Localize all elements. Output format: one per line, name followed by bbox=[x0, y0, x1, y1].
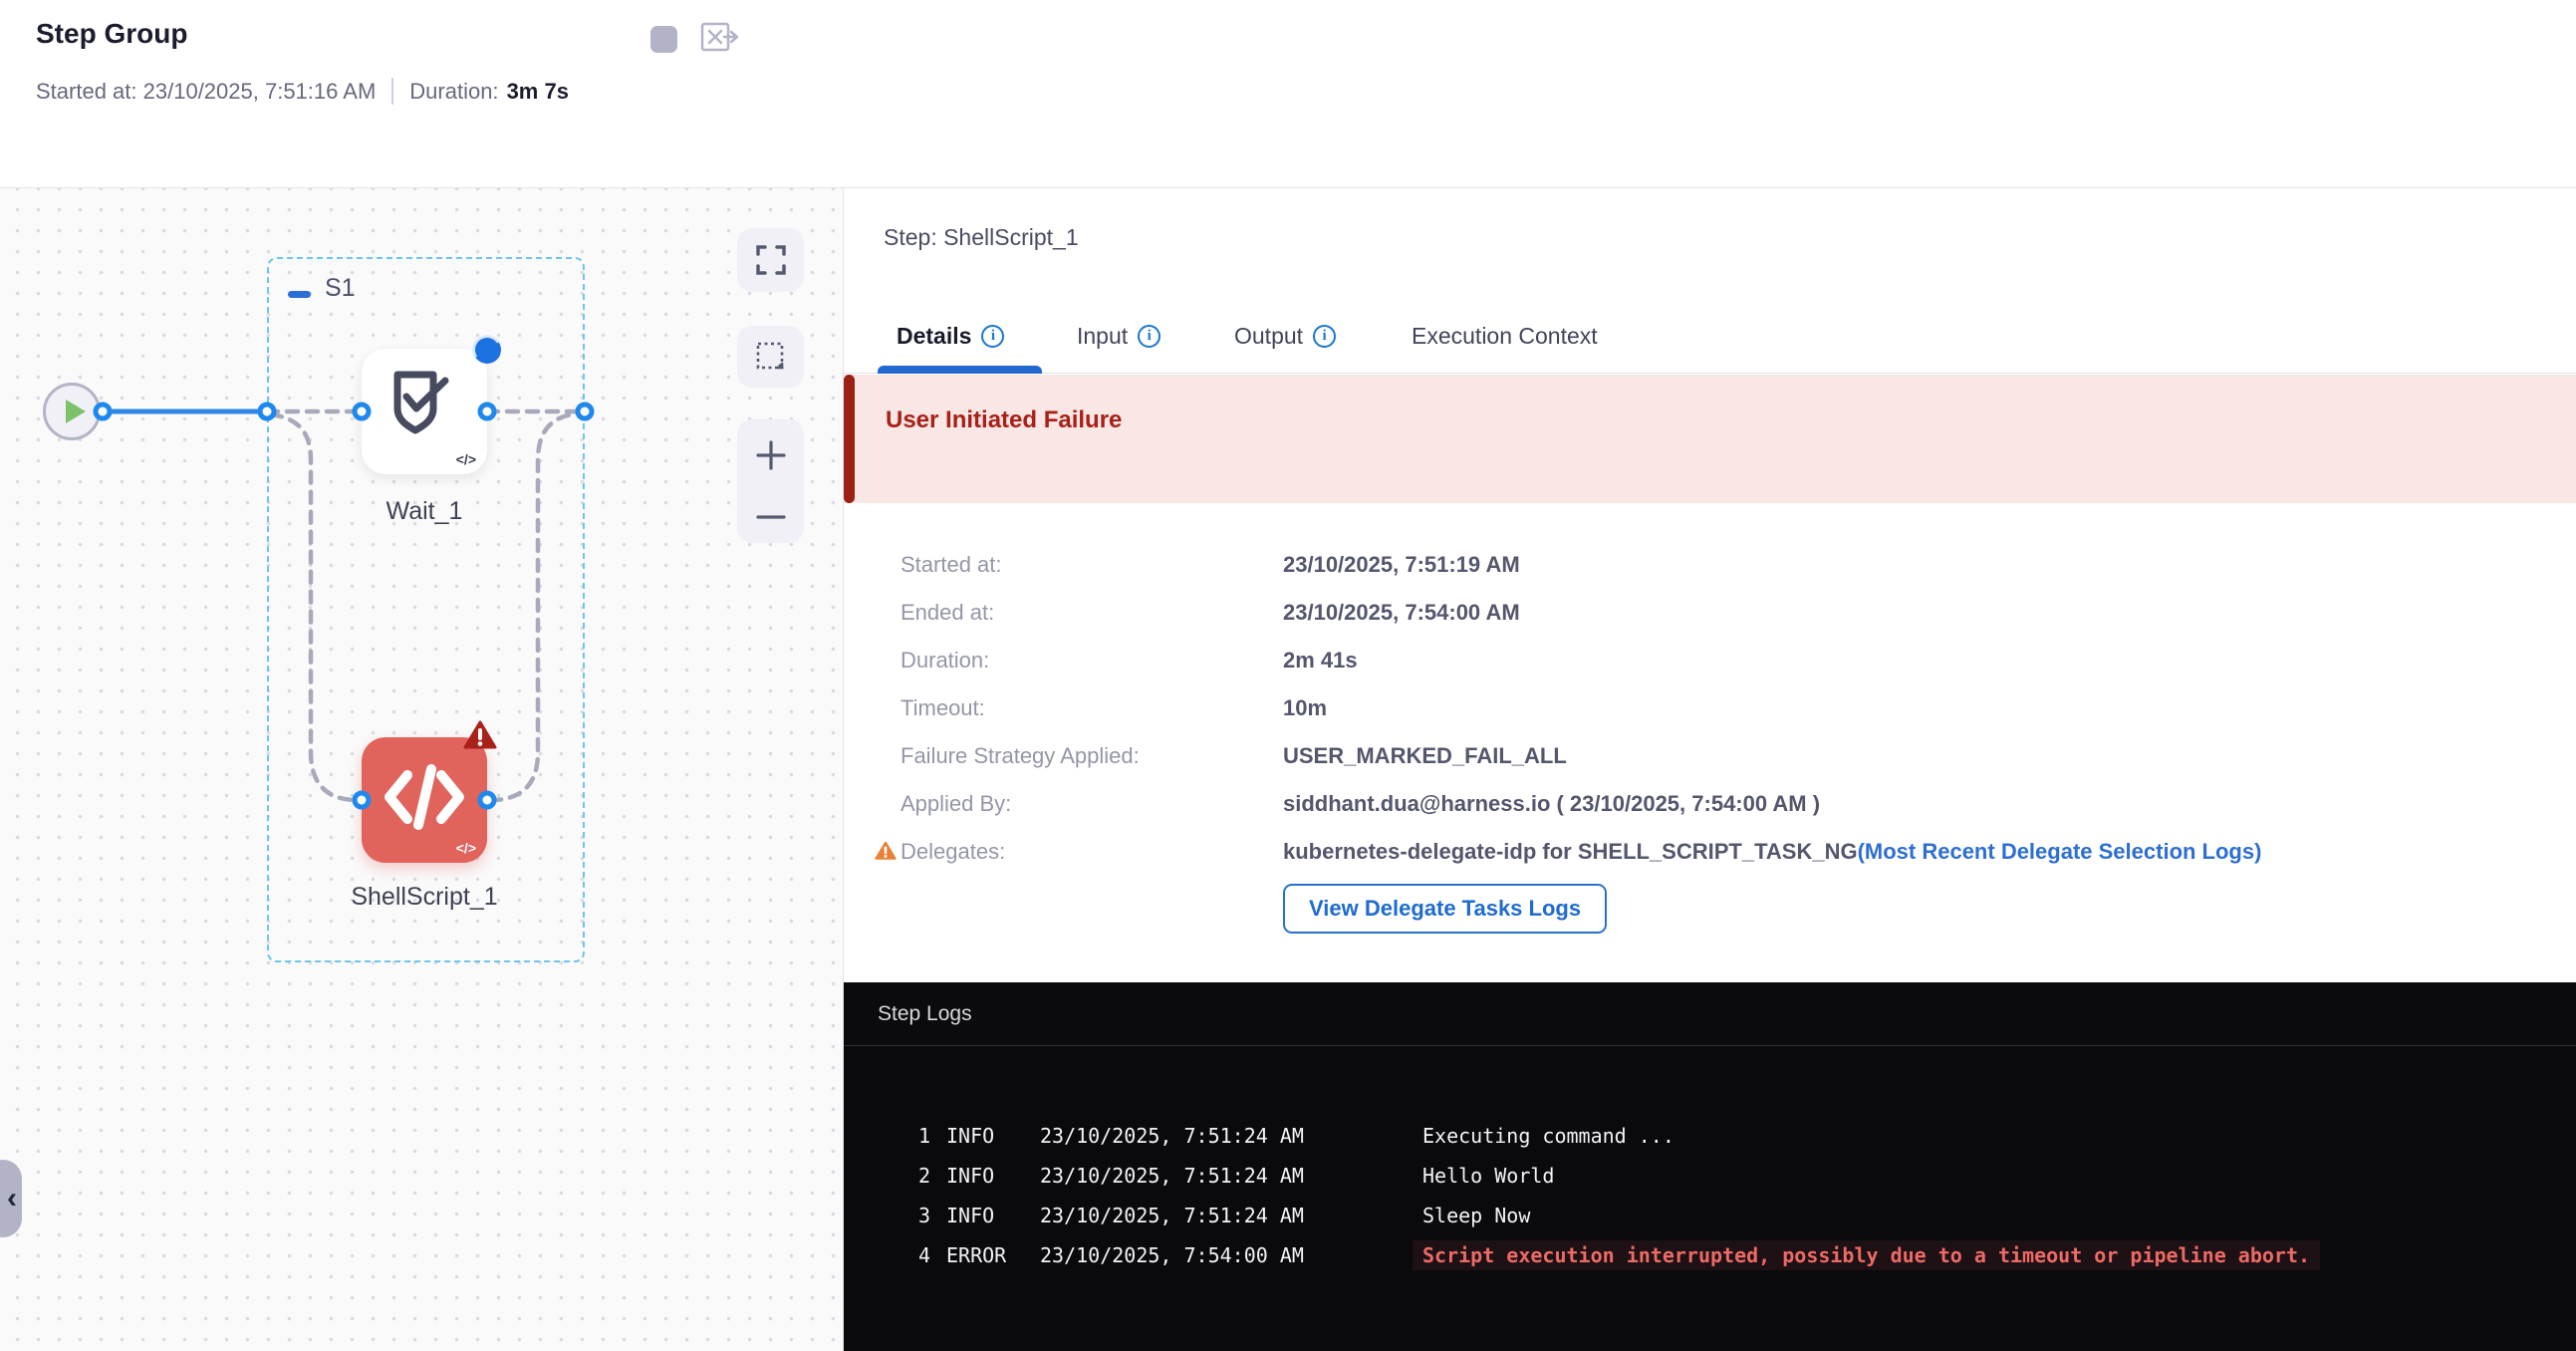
log-line: 1 INFO 23/10/2025, 7:51:24 AM Executing … bbox=[908, 1116, 2576, 1156]
detail-row: Failure Strategy Applied: USER_MARKED_FA… bbox=[901, 732, 2261, 780]
left-panel-toggle[interactable]: ‹ bbox=[0, 1160, 22, 1237]
header: Step Group Started at: 23/10/2025, 7:51:… bbox=[0, 0, 2576, 187]
page-title: Step Group bbox=[36, 18, 187, 50]
info-icon[interactable]: i bbox=[981, 325, 1004, 348]
fit-to-screen-button[interactable] bbox=[737, 228, 804, 292]
step-detail-rows: Started at: 23/10/2025, 7:51:19 AM Ended… bbox=[901, 541, 2261, 934]
node-wait-1-label: Wait_1 bbox=[275, 497, 574, 526]
marquee-select-button[interactable] bbox=[737, 326, 804, 388]
view-delegate-tasks-logs-button[interactable]: View Delegate Tasks Logs bbox=[1283, 884, 1607, 934]
pipeline-canvas[interactable]: S1 </> Wait_1 </> bbox=[0, 187, 844, 1351]
connector-dot[interactable] bbox=[353, 791, 372, 810]
step-logs-section: Step Logs 1 INFO 23/10/2025, 7:51:24 AM … bbox=[844, 982, 2576, 1351]
banner-accent-bar bbox=[844, 375, 855, 503]
collapse-group-icon[interactable] bbox=[288, 291, 311, 298]
detail-row: Ended at: 23/10/2025, 7:54:00 AM bbox=[901, 589, 2261, 637]
detail-row: Started at: 23/10/2025, 7:51:19 AM bbox=[901, 541, 2261, 589]
shield-check-icon bbox=[389, 369, 455, 442]
started-at-value: 23/10/2025, 7:51:16 AM bbox=[143, 79, 377, 105]
zoom-controls bbox=[737, 419, 804, 543]
failure-banner: User Initiated Failure bbox=[844, 375, 2576, 503]
code-glyph-icon: </> bbox=[456, 840, 476, 856]
tab-output[interactable]: Output i bbox=[1234, 323, 1336, 350]
detail-row: Applied By: siddhant.dua@harness.io ( 23… bbox=[901, 780, 2261, 828]
step-logs-title: Step Logs bbox=[844, 982, 2576, 1046]
connector-dot[interactable] bbox=[258, 403, 277, 421]
node-shellscript-1[interactable]: </> bbox=[362, 737, 487, 863]
fullscreen-icon bbox=[755, 244, 787, 276]
log-line: 3 INFO 23/10/2025, 7:51:24 AM Sleep Now bbox=[908, 1196, 2576, 1235]
connector-dot[interactable] bbox=[576, 403, 595, 421]
play-icon bbox=[66, 400, 86, 423]
info-icon[interactable]: i bbox=[1138, 325, 1160, 348]
step-group-s1-label: S1 bbox=[325, 274, 356, 303]
detail-row: Duration: 2m 41s bbox=[901, 637, 2261, 684]
node-shellscript-1-label: ShellScript_1 bbox=[275, 883, 574, 912]
info-icon[interactable]: i bbox=[1313, 325, 1336, 348]
running-status-badge bbox=[473, 336, 501, 364]
duration-label: Duration: bbox=[409, 79, 498, 105]
connector-dot[interactable] bbox=[94, 403, 113, 421]
tab-execution-context[interactable]: Execution Context bbox=[1412, 323, 1598, 350]
stop-icon[interactable] bbox=[650, 26, 677, 53]
warning-icon bbox=[875, 841, 897, 866]
step-details-panel: Step: ShellScript_1 Details i Input i Ou… bbox=[844, 187, 2576, 1351]
duration-value: 3m 7s bbox=[507, 79, 569, 105]
selection-icon bbox=[755, 341, 787, 373]
connector-dot[interactable] bbox=[353, 403, 372, 421]
failure-banner-text: User Initiated Failure bbox=[886, 406, 1122, 434]
log-console[interactable]: 1 INFO 23/10/2025, 7:51:24 AM Executing … bbox=[844, 1046, 2576, 1275]
chevron-left-icon: ‹ bbox=[7, 1184, 17, 1214]
execution-meta: Started at: 23/10/2025, 7:51:16 AM Durat… bbox=[36, 78, 569, 105]
node-wait-1[interactable]: </> bbox=[362, 349, 487, 474]
step-group-execution-view: Step Group Started at: 23/10/2025, 7:51:… bbox=[0, 0, 2576, 1351]
delegate-selection-logs-link[interactable]: (Most Recent Delegate Selection Logs) bbox=[1858, 839, 2262, 865]
meta-divider bbox=[391, 78, 393, 105]
zoom-in-button[interactable] bbox=[754, 438, 788, 472]
step-title: Step: ShellScript_1 bbox=[884, 224, 1079, 251]
code-glyph-icon: </> bbox=[456, 451, 476, 467]
active-tab-indicator bbox=[878, 366, 1042, 374]
pipeline-start-node[interactable] bbox=[43, 383, 101, 440]
detail-row: Timeout: 10m bbox=[901, 684, 2261, 732]
detail-row-delegates: Delegates: kubernetes-delegate-idp for S… bbox=[901, 828, 2261, 876]
tab-bar: Details i Input i Output i Execution Con… bbox=[844, 307, 2576, 374]
log-line: 2 INFO 23/10/2025, 7:51:24 AM Hello Worl… bbox=[908, 1156, 2576, 1196]
connector-dot[interactable] bbox=[478, 403, 497, 421]
zoom-out-button[interactable] bbox=[754, 510, 788, 524]
abort-expired-icon[interactable] bbox=[700, 22, 740, 56]
tab-input[interactable]: Input i bbox=[1077, 323, 1160, 350]
log-line-error: 4 ERROR 23/10/2025, 7:54:00 AM Script ex… bbox=[908, 1235, 2576, 1275]
code-icon bbox=[382, 763, 467, 833]
failure-warning-badge bbox=[463, 720, 497, 755]
started-at-label: Started at: bbox=[36, 79, 137, 105]
connector-dot[interactable] bbox=[478, 791, 497, 810]
tab-details[interactable]: Details i bbox=[897, 323, 1004, 350]
